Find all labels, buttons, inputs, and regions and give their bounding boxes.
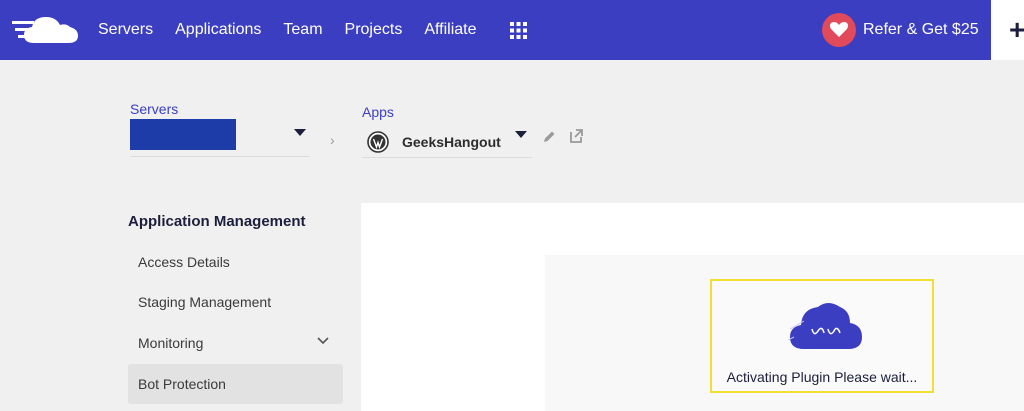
nav-team[interactable]: Team (283, 21, 322, 39)
nav-servers[interactable]: Servers (98, 21, 153, 39)
apps-label: Apps (362, 104, 394, 120)
sidebar-item-label: Staging Management (138, 294, 272, 310)
sidebar-item-access-details[interactable]: Access Details (128, 242, 343, 282)
redacted-server-name (130, 119, 236, 150)
grid-icon[interactable] (510, 22, 527, 39)
heart-icon (822, 13, 856, 47)
refer-label: Refer & Get $25 (863, 21, 979, 38)
nav-projects[interactable]: Projects (345, 21, 403, 39)
sidebar-item-label: Monitoring (138, 335, 204, 351)
server-select[interactable] (130, 119, 310, 157)
app-select[interactable]: GeeksHangout (362, 122, 532, 158)
main-nav: Servers Applications Team Projects Affil… (98, 0, 499, 60)
refer-button[interactable]: Refer & Get $25 (822, 13, 979, 47)
sidebar-title: Application Management (128, 213, 306, 230)
sidebar-item-label: Bot Protection (138, 376, 226, 392)
external-link-icon[interactable] (568, 128, 584, 144)
sidebar-item-bot-protection[interactable]: Bot Protection (128, 364, 343, 404)
loading-dialog: Activating Plugin Please wait... (710, 279, 934, 393)
breadcrumb-separator: › (330, 132, 335, 148)
chevron-down-icon (515, 131, 527, 138)
pencil-icon[interactable] (542, 130, 556, 144)
sidebar-item-label: Access Details (138, 254, 230, 270)
loading-message: Activating Plugin Please wait... (726, 369, 918, 385)
sidebar-item-monitoring[interactable]: Monitoring (128, 323, 343, 363)
nav-affiliate[interactable]: Affiliate (424, 21, 476, 39)
sidebar-item-staging-management[interactable]: Staging Management (128, 282, 343, 322)
servers-label: Servers (130, 101, 179, 117)
chevron-down-icon (294, 129, 306, 136)
chevron-down-icon[interactable] (317, 337, 329, 345)
nav-applications[interactable]: Applications (175, 21, 261, 39)
app-name: GeeksHangout (402, 134, 501, 150)
cloudways-logo-icon[interactable] (12, 11, 80, 49)
plus-icon[interactable]: + (1009, 16, 1024, 44)
top-navbar: Servers Applications Team Projects Affil… (0, 0, 1024, 60)
cloud-icon (788, 303, 862, 349)
wordpress-icon (367, 131, 389, 153)
